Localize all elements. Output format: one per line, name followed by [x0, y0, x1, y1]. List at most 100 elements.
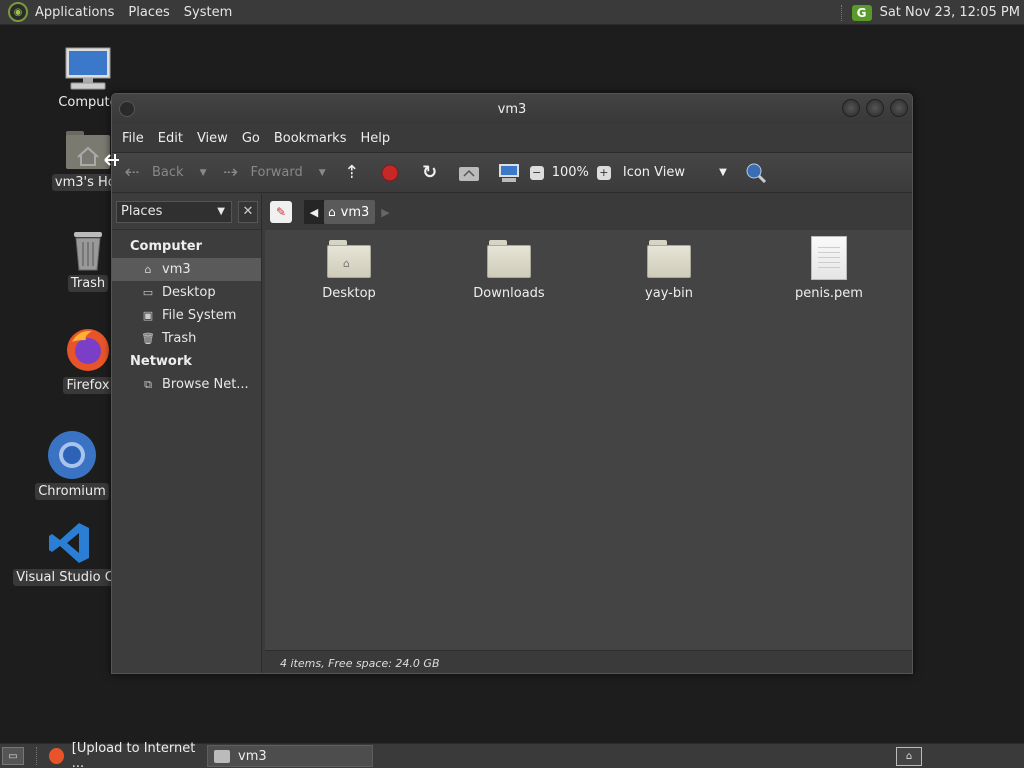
menu-file[interactable]: File [115, 131, 151, 146]
back-button[interactable]: ⇠ Back ▼ [120, 162, 206, 183]
home-button[interactable] [458, 164, 480, 182]
back-label: Back [152, 165, 184, 180]
zoom-in-icon: + [596, 165, 611, 180]
stop-icon [381, 164, 399, 181]
chevron-down-icon: ▼ [217, 206, 225, 217]
taskbar-item-label: [Upload to Internet ... [71, 741, 196, 768]
window-menu-button[interactable] [119, 101, 135, 117]
computer-button[interactable] [498, 163, 520, 183]
file-item-downloads[interactable]: Downloads [449, 240, 569, 301]
firefox-icon [49, 748, 64, 764]
up-button[interactable]: ⇡ [340, 162, 364, 183]
sidebar-item-browse-network[interactable]: ⧉ Browse Net... [112, 373, 261, 396]
folder-icon [487, 240, 531, 278]
forward-arrow-icon: ⇢ [222, 162, 239, 183]
clock[interactable]: Sat Nov 23, 12:05 PM [880, 5, 1020, 20]
computer-icon [65, 47, 111, 90]
close-button[interactable] [890, 99, 908, 117]
chevron-down-icon: ▼ [719, 167, 727, 178]
computer-small-icon [498, 163, 519, 182]
network-icon: ⧉ [144, 377, 152, 391]
file-name: penis.pem [795, 286, 863, 301]
zoom-level[interactable]: 100% [552, 165, 589, 180]
window-title: vm3 [497, 101, 527, 117]
forward-button[interactable]: ⇢ Forward ▼ [218, 162, 326, 183]
applications-menu[interactable]: Applications [28, 5, 121, 20]
maximize-button[interactable] [866, 99, 884, 117]
home-folder-icon [214, 749, 230, 763]
taskbar-item-vm3[interactable]: vm3 [207, 745, 373, 767]
desktop-icon-vscode[interactable]: Visual Studio Co [13, 520, 125, 586]
breadcrumb-label: vm3 [340, 204, 370, 220]
top-panel: ◉ Applications Places System G Sat Nov 2… [0, 0, 1024, 25]
window-controls [842, 99, 908, 117]
menu-edit[interactable]: Edit [151, 131, 190, 146]
file-item-yay-bin[interactable]: yay-bin [609, 240, 729, 301]
path-scroll-right-button[interactable]: ▶ [381, 206, 389, 219]
document-icon [811, 236, 847, 280]
reload-icon: ↻ [422, 162, 438, 183]
system-menu[interactable]: System [177, 5, 239, 20]
toggle-location-entry-button[interactable]: ✎ [270, 201, 292, 223]
bottom-panel: ▭ [Upload to Internet ... vm3 ⌂ [0, 741, 1024, 768]
status-bar: 4 items, Free space: 24.0 GB [265, 650, 912, 673]
desktop-folder-icon: ▭ [142, 286, 154, 299]
forward-history-dropdown-icon[interactable]: ▼ [319, 168, 326, 178]
reload-button[interactable]: ↻ [418, 162, 442, 183]
back-arrow-icon: ⇠ [124, 162, 140, 183]
zoom-out-button[interactable]: − [529, 165, 544, 180]
sidebar-item-vm3[interactable]: ⌂ vm3 [112, 258, 261, 281]
menu-view[interactable]: View [190, 131, 235, 146]
show-desktop-button[interactable]: ▭ [2, 747, 24, 765]
path-scroll-left-button[interactable]: ◀ [304, 200, 324, 224]
file-view[interactable]: ⌂ Desktop Downloads yay-bin penis.pem [265, 230, 912, 673]
taskbar-item-firefox[interactable]: [Upload to Internet ... [43, 741, 207, 768]
minimize-button[interactable] [842, 99, 860, 117]
menu-bookmarks[interactable]: Bookmarks [267, 131, 354, 146]
sidebar-heading-network: Network [130, 354, 192, 369]
tray-separator [840, 4, 844, 21]
search-button[interactable] [745, 162, 767, 184]
desktop-icon-chromium[interactable]: Chromium [27, 430, 117, 500]
places-menu[interactable]: Places [121, 5, 176, 20]
show-desktop-icon: ▭ [8, 750, 18, 762]
sidebar-item-desktop[interactable]: ▭ Desktop [112, 281, 261, 304]
back-history-dropdown-icon[interactable]: ▼ [200, 168, 207, 178]
menu-help[interactable]: Help [353, 131, 397, 146]
file-name: Downloads [473, 286, 545, 301]
home-icon: ⌂ [328, 205, 336, 219]
view-mode-label: Icon View [622, 165, 686, 180]
file-name: Desktop [322, 286, 376, 301]
sidebar-item-trash[interactable]: 🗑 Trash [112, 327, 261, 350]
sidebar-heading-computer: Computer [130, 239, 203, 254]
top-right-tray: G Sat Nov 23, 12:05 PM [840, 0, 1024, 25]
chevron-right-icon: ▶ [381, 205, 390, 219]
file-item-pem[interactable]: penis.pem [769, 236, 889, 301]
sidebar-item-label: Desktop [162, 285, 216, 300]
breadcrumb-vm3[interactable]: ⌂ vm3 [324, 200, 376, 224]
update-notifier-icon[interactable]: G [851, 4, 872, 21]
file-item-desktop[interactable]: ⌂ Desktop [289, 240, 409, 301]
view-mode-select[interactable]: Icon View ▼ [623, 165, 727, 180]
window-titlebar[interactable]: vm3 [112, 94, 912, 124]
stop-button[interactable] [380, 163, 400, 183]
up-arrow-icon: ⇡ [344, 162, 360, 183]
sidebar-selector[interactable]: Places ▼ [116, 200, 232, 223]
resize-cursor-icon [104, 154, 119, 166]
mate-logo-icon[interactable]: ◉ [8, 2, 28, 22]
search-icon [746, 163, 766, 183]
menu-go[interactable]: Go [235, 131, 267, 146]
panel-separator [36, 747, 37, 765]
file-manager-window: vm3 File Edit View Go Bookmarks Help ⇠ B… [111, 93, 913, 674]
workspace-switcher[interactable]: ⌂ [896, 747, 922, 766]
workspace-icon: ⌂ [905, 751, 913, 762]
sidebar-item-file-system[interactable]: ▣ File System [112, 304, 261, 327]
chevron-left-icon: ◀ [309, 205, 319, 219]
desktop-icon-label: Trash [67, 275, 109, 292]
edit-icon: ✎ [275, 205, 287, 219]
sidebar-close-button[interactable]: ✕ [238, 200, 258, 223]
location-bar: ✎ ◀ ⌂ vm3 ▶ [265, 194, 912, 230]
menubar: File Edit View Go Bookmarks Help [112, 124, 912, 152]
zoom-in-button[interactable]: + [596, 165, 611, 180]
trash-icon [74, 232, 102, 271]
